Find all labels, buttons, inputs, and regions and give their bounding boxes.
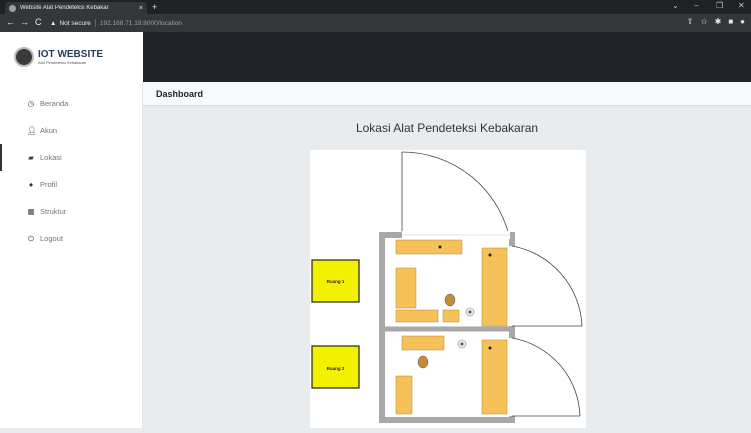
sidebar-item-label: Lokasi [40, 153, 62, 162]
profile-icon[interactable]: ● [740, 17, 745, 26]
location-heading: Lokasi Alat Pendeteksi Kebakaran [355, 121, 539, 135]
cabinet-right-1 [481, 247, 508, 327]
door-arc-right-1 [511, 245, 583, 327]
sidebar-item-profil[interactable]: ● Profil [0, 171, 143, 198]
restore-icon[interactable]: ❐ [716, 1, 723, 10]
clock-icon: ◷ [27, 99, 35, 108]
power-icon: ⏻ [28, 233, 34, 243]
sensor-dot [438, 245, 442, 249]
tab-title: Website Alat Pendeteksi Kebakar [20, 5, 109, 11]
logo-icon [14, 47, 34, 67]
user-icon: 👤︎ [27, 126, 37, 135]
warning-icon: ▲ [50, 19, 57, 27]
close-tab-icon[interactable]: × [139, 5, 143, 12]
door-arc-top [401, 151, 511, 241]
sidebar: IOT WEBSITE Alat Pendeteksi Kebakaran ◷ … [0, 32, 143, 428]
desk-bottom-2 [442, 309, 460, 323]
sidebar-menu: ◷ Beranda 👤︎ Akun ▰ Lokasi ● Profil ▦ St… [0, 90, 143, 252]
main-content: Lokasi Alat Pendeteksi Kebakaran Ruang 1… [143, 106, 751, 428]
omnibox[interactable]: ▲ Not secure 192.168.71.18:8000/location [50, 17, 650, 29]
extensions-area: ⇪ ☆ ✱ ■ ● [687, 17, 745, 26]
close-window-icon[interactable]: ✕ [738, 1, 745, 10]
sidebar-item-akun[interactable]: 👤︎ Akun [0, 117, 143, 144]
floor-plan-map: Ruang 1 Ruang 2 [310, 150, 586, 428]
sidebar-item-logout[interactable]: ⏻ Logout [0, 225, 143, 252]
desk-top [395, 239, 463, 255]
top-navbar [143, 32, 751, 82]
desk-left-2 [395, 375, 413, 415]
desk-left [395, 267, 417, 309]
sidebar-item-label: Logout [40, 234, 63, 243]
back-icon[interactable]: ← [6, 17, 15, 27]
page-title: Dashboard [156, 89, 204, 99]
sidepanel-icon[interactable]: ■ [728, 17, 733, 26]
brand-subtitle: Alat Pendeteksi Kebakaran [38, 59, 87, 65]
not-secure-label: Not secure [59, 19, 91, 27]
cabinet-right-2 [481, 339, 508, 415]
door-arc-right-2 [511, 337, 581, 417]
browser-tab[interactable]: Website Alat Pendeteksi Kebakar × [5, 2, 147, 14]
desk-top-2 [401, 335, 445, 351]
sidebar-item-lokasi[interactable]: ▰ Lokasi [0, 144, 143, 171]
chair-2 [417, 355, 429, 369]
chevron-down-icon[interactable]: ⌄ [672, 1, 679, 10]
globe-icon [9, 4, 16, 12]
brand[interactable]: IOT WEBSITE Alat Pendeteksi Kebakaran [0, 32, 143, 82]
sidebar-item-label: Profil [40, 180, 58, 189]
address-bar: ← → C ▲ Not secure 192.168.71.18:8000/lo… [0, 14, 751, 32]
reload-icon[interactable]: C [35, 17, 42, 27]
chair-1 [444, 293, 456, 307]
url-text[interactable]: 192.168.71.18:8000/location [100, 20, 182, 27]
sidebar-item-label: Struktur [40, 207, 67, 216]
floor-plan-svg: Ruang 1 Ruang 2 [311, 151, 583, 423]
share-icon[interactable]: ⇪ [687, 17, 694, 26]
sidebar-item-label: Akun [40, 126, 58, 135]
sidebar-item-beranda[interactable]: ◷ Beranda [0, 90, 143, 117]
forward-icon[interactable]: → [20, 17, 29, 27]
info-icon: ● [28, 180, 34, 189]
bookmark-star-icon[interactable]: ☆ [700, 17, 707, 26]
extension-puzzle-icon[interactable]: ✱ [715, 17, 722, 26]
sidebar-item-struktur[interactable]: ▦ Struktur [0, 198, 143, 225]
divider [94, 19, 96, 27]
room-1-label: Ruang 1 [327, 279, 345, 284]
map-icon: ▰ [28, 153, 34, 162]
desk-bottom-1 [395, 309, 439, 323]
room-2-label: Ruang 2 [327, 366, 345, 371]
minimize-icon[interactable]: – [694, 1, 698, 10]
brand-title: IOT WEBSITE [38, 48, 103, 60]
sidebar-item-label: Beranda [40, 99, 69, 108]
page-header: Dashboard [143, 82, 751, 106]
table-icon: ▦ [27, 207, 35, 216]
browser-tab-bar: Website Alat Pendeteksi Kebakar × + ⌄ – … [0, 0, 751, 14]
new-tab-button[interactable]: + [152, 2, 157, 12]
